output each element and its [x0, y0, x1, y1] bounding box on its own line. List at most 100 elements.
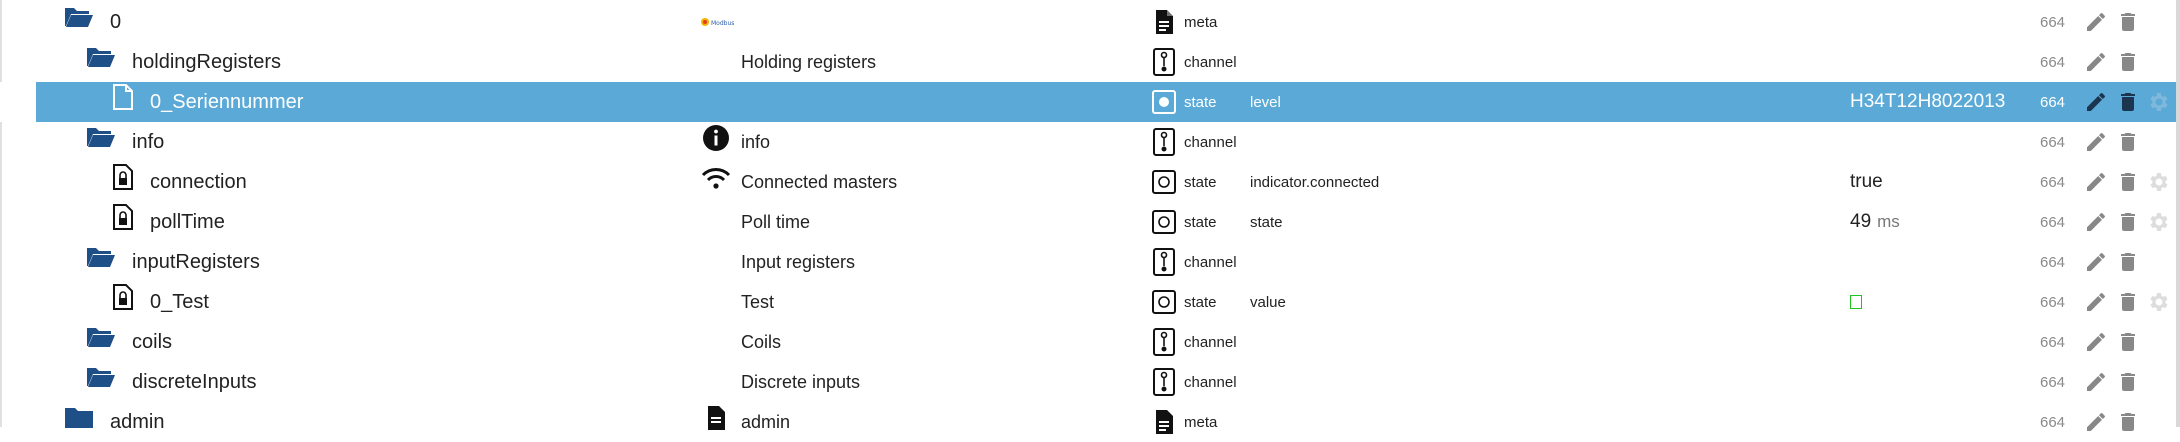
type-cell: state [1152, 202, 1217, 242]
type-label: meta [1184, 13, 1218, 31]
channel-icon [1152, 328, 1176, 356]
row-name: 0_Seriennummer [150, 90, 304, 113]
acl: 664 [2040, 413, 2066, 431]
delete-icon[interactable] [2114, 322, 2142, 362]
tree-row-coils[interactable]: coils Coils channel 664 [0, 322, 2176, 362]
gear-icon[interactable] [2144, 282, 2172, 322]
folder-open-icon[interactable] [64, 2, 94, 32]
type-cell: channel [1152, 122, 1237, 162]
tree-row-pollTime[interactable]: pollTime Poll time state state 49 ms 664 [0, 202, 2176, 242]
row-description: Test [741, 291, 775, 312]
row-name: admin [110, 410, 165, 433]
row-description: Discrete inputs [741, 371, 861, 392]
folder-open-icon[interactable] [86, 242, 116, 272]
edit-icon[interactable] [2082, 402, 2110, 442]
tree-row-connection[interactable]: connection Connected masters state indic… [0, 162, 2176, 202]
gear-icon[interactable] [2144, 162, 2172, 202]
row-description: Holding registers [741, 51, 877, 72]
channel-icon [1152, 48, 1176, 76]
delete-icon[interactable] [2114, 282, 2142, 322]
type-cell: meta [1152, 2, 1217, 42]
edit-icon[interactable] [2082, 42, 2110, 82]
tree-row-0_Seriennummer[interactable]: 0_Seriennummer state level H34T12H802201… [0, 82, 2176, 122]
type-cell: meta [1152, 402, 1217, 442]
row-name: holdingRegisters [132, 50, 281, 73]
state-icon [1152, 168, 1176, 196]
type-label: channel [1184, 253, 1237, 271]
delete-icon[interactable] [2114, 82, 2142, 122]
row-name: connection [150, 170, 247, 193]
delete-icon[interactable] [2114, 202, 2142, 242]
delete-icon[interactable] [2114, 2, 2142, 42]
locked-file-icon[interactable] [108, 162, 138, 192]
type-label: channel [1184, 333, 1237, 351]
tree-row-0[interactable]: 0 Modbus meta 664 [0, 2, 2176, 42]
row-description: admin [741, 411, 791, 432]
row-description: info [741, 131, 771, 152]
type-cell: state [1152, 162, 1217, 202]
gear-icon[interactable] [2144, 82, 2172, 122]
acl: 664 [2040, 13, 2066, 31]
file-icon[interactable] [108, 82, 138, 112]
type-label: state [1184, 293, 1217, 311]
tree-row-admin[interactable]: admin admin meta 664 [0, 402, 2176, 442]
type-label: channel [1184, 133, 1237, 151]
role-label: state [1250, 213, 1283, 231]
folder-closed-icon[interactable] [64, 402, 94, 432]
value-unit: ms [1877, 212, 1900, 231]
delete-icon[interactable] [2114, 42, 2142, 82]
tree-row-0_Test[interactable]: 0_Test Test state value 664 [0, 282, 2176, 322]
modbus-logo-icon: Modbus [700, 2, 738, 42]
type-label: channel [1184, 53, 1237, 71]
type-label: state [1184, 213, 1217, 231]
delete-icon[interactable] [2114, 242, 2142, 282]
state-icon [1152, 288, 1176, 316]
folder-open-icon[interactable] [86, 122, 116, 152]
state-value[interactable]: H34T12H8022013 [1850, 82, 2005, 122]
delete-icon[interactable] [2114, 162, 2142, 202]
delete-icon[interactable] [2114, 402, 2142, 442]
acl: 664 [2040, 293, 2066, 311]
acl: 664 [2040, 53, 2066, 71]
modbus-logo-text: Modbus [711, 20, 734, 27]
type-cell: channel [1152, 42, 1237, 82]
state-value[interactable]: 49 ms [1850, 202, 1900, 242]
info-icon [700, 122, 732, 154]
edit-icon[interactable] [2082, 82, 2110, 122]
acl: 664 [2040, 173, 2066, 191]
edit-icon[interactable] [2082, 122, 2110, 162]
document-icon [1152, 408, 1176, 436]
edit-icon[interactable] [2082, 282, 2110, 322]
state-value[interactable]: true [1850, 162, 1883, 202]
locked-file-icon[interactable] [108, 202, 138, 232]
folder-open-icon[interactable] [86, 322, 116, 352]
tree-row-holdingRegisters[interactable]: holdingRegisters Holding registers chann… [0, 42, 2176, 82]
acl: 664 [2040, 253, 2066, 271]
row-name: coils [132, 330, 173, 353]
edit-icon[interactable] [2082, 2, 2110, 42]
acl: 664 [2040, 93, 2066, 111]
folder-open-icon[interactable] [86, 42, 116, 72]
edit-icon[interactable] [2082, 162, 2110, 202]
delete-icon[interactable] [2114, 122, 2142, 162]
tree-row-info[interactable]: info info channel 664 [0, 122, 2176, 162]
locked-file-icon[interactable] [108, 282, 138, 312]
row-description: Connected masters [741, 171, 898, 192]
gear-icon[interactable] [2144, 202, 2172, 242]
edit-icon[interactable] [2082, 322, 2110, 362]
scrollbar[interactable] [2176, 0, 2180, 427]
tree-row-discreteInputs[interactable]: discreteInputs Discrete inputs channel 6… [0, 362, 2176, 402]
edit-icon[interactable] [2082, 202, 2110, 242]
type-label: state [1184, 173, 1217, 191]
acl: 664 [2040, 373, 2066, 391]
type-cell: channel [1152, 322, 1237, 362]
delete-icon[interactable] [2114, 362, 2142, 402]
edit-icon[interactable] [2082, 242, 2110, 282]
tree-row-inputRegisters[interactable]: inputRegisters Input registers channel 6… [0, 242, 2176, 282]
state-value-box[interactable] [1850, 282, 1862, 322]
row-name: inputRegisters [132, 250, 260, 273]
edit-icon[interactable] [2082, 362, 2110, 402]
type-cell: channel [1152, 242, 1237, 282]
acl: 664 [2040, 133, 2066, 151]
folder-open-icon[interactable] [86, 362, 116, 392]
